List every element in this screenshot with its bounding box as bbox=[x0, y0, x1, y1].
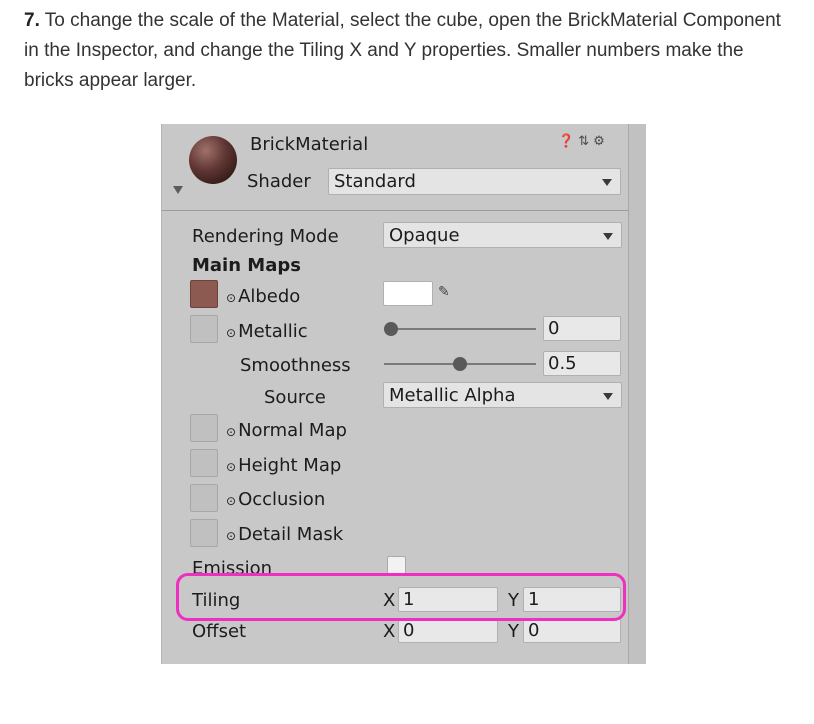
metallic-texture-slot[interactable] bbox=[190, 315, 218, 343]
smoothness-value-field[interactable]: 0.5 bbox=[543, 351, 621, 376]
offset-x-axis-label: X bbox=[383, 621, 396, 642]
source-value: Metallic Alpha bbox=[389, 385, 516, 406]
rendering-mode-label: Rendering Mode bbox=[192, 226, 339, 247]
object-picker-icon[interactable]: ⊙ bbox=[226, 529, 236, 543]
instruction-text: 7. To change the scale of the Material, … bbox=[24, 6, 794, 96]
help-icon[interactable]: ❓ bbox=[558, 134, 574, 149]
dropdown-arrow-icon bbox=[603, 393, 613, 400]
material-name: BrickMaterial bbox=[250, 134, 369, 155]
main-maps-heading: Main Maps bbox=[192, 255, 301, 276]
object-picker-icon[interactable]: ⊙ bbox=[226, 460, 236, 474]
object-picker-icon[interactable]: ⊙ bbox=[226, 425, 236, 439]
detail-mask-texture-slot[interactable] bbox=[190, 519, 218, 547]
header-divider bbox=[162, 210, 629, 211]
eyedropper-icon[interactable]: ✎ bbox=[438, 284, 450, 300]
detail-mask-label[interactable]: ⊙ Detail Mask bbox=[226, 524, 343, 545]
object-picker-icon[interactable]: ⊙ bbox=[226, 494, 236, 508]
height-map-texture-slot[interactable] bbox=[190, 449, 218, 477]
offset-y-axis-label: Y bbox=[508, 621, 519, 642]
shader-dropdown[interactable]: Standard bbox=[328, 168, 621, 195]
offset-x-field[interactable]: 0 bbox=[398, 618, 498, 643]
offset-y-field[interactable]: 0 bbox=[523, 618, 621, 643]
rendering-mode-value: Opaque bbox=[389, 225, 460, 246]
metallic-slider-track[interactable] bbox=[384, 328, 536, 330]
albedo-label[interactable]: ⊙ Albedo bbox=[226, 286, 300, 307]
normal-map-texture-slot[interactable] bbox=[190, 414, 218, 442]
rendering-mode-dropdown[interactable]: Opaque bbox=[383, 222, 622, 248]
preset-icon[interactable]: ⇅ bbox=[578, 134, 589, 149]
metallic-value-field[interactable]: 0 bbox=[543, 316, 621, 341]
header-icons: ❓ ⇅ ⚙ bbox=[558, 134, 605, 149]
offset-label: Offset bbox=[192, 621, 247, 642]
metallic-label[interactable]: ⊙ Metallic bbox=[226, 321, 308, 342]
foldout-arrow-icon[interactable] bbox=[173, 186, 183, 194]
source-label: Source bbox=[264, 387, 326, 408]
shader-label: Shader bbox=[247, 171, 311, 192]
inspector-scrollbar[interactable] bbox=[628, 124, 646, 664]
object-picker-icon[interactable]: ⊙ bbox=[226, 291, 236, 305]
settings-icon[interactable]: ⚙ bbox=[593, 134, 605, 149]
occlusion-texture-slot[interactable] bbox=[190, 484, 218, 512]
dropdown-arrow-icon bbox=[602, 179, 612, 186]
material-preview-sphere bbox=[189, 136, 237, 184]
albedo-color-field[interactable] bbox=[383, 281, 433, 306]
normal-map-label[interactable]: ⊙ Normal Map bbox=[226, 420, 347, 441]
shader-value: Standard bbox=[334, 171, 416, 192]
smoothness-label: Smoothness bbox=[240, 355, 351, 376]
tiling-highlight-box bbox=[176, 573, 626, 621]
albedo-texture-slot[interactable] bbox=[190, 280, 218, 308]
step-number: 7. bbox=[24, 10, 40, 31]
instruction-body: To change the scale of the Material, sel… bbox=[24, 10, 781, 91]
source-dropdown[interactable]: Metallic Alpha bbox=[383, 382, 622, 408]
dropdown-arrow-icon bbox=[603, 233, 613, 240]
object-picker-icon[interactable]: ⊙ bbox=[226, 326, 236, 340]
metallic-slider-knob[interactable] bbox=[384, 322, 398, 336]
occlusion-label[interactable]: ⊙ Occlusion bbox=[226, 489, 325, 510]
material-header: BrickMaterial ❓ ⇅ ⚙ Shader Standard bbox=[162, 124, 629, 210]
smoothness-slider-knob[interactable] bbox=[453, 357, 467, 371]
height-map-label[interactable]: ⊙ Height Map bbox=[226, 455, 341, 476]
